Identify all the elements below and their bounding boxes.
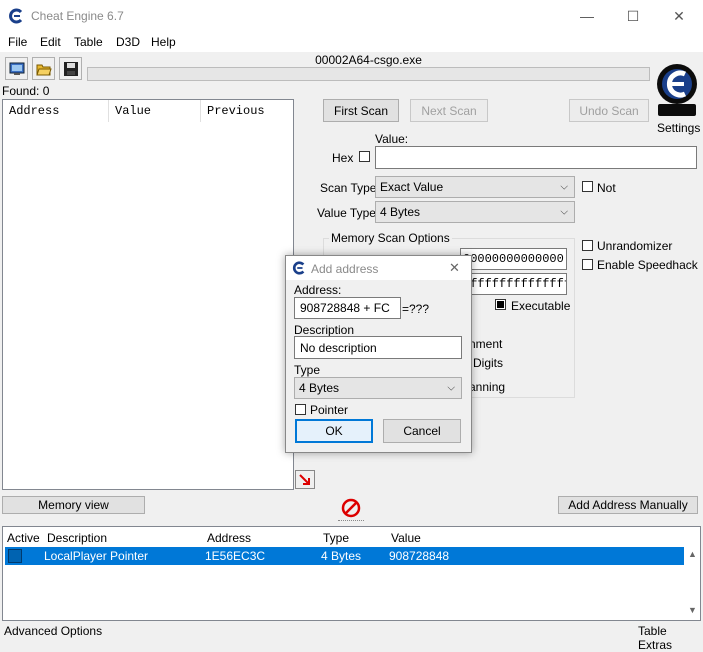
value-input[interactable] <box>375 146 697 169</box>
row-type: 4 Bytes <box>321 549 362 563</box>
active-checkbox[interactable] <box>8 549 22 563</box>
unrandomizer-label: Unrandomizer <box>597 239 673 253</box>
value-label: Value: <box>375 132 409 146</box>
chevron-down-icon: ⌵ <box>560 181 568 193</box>
open-process-button[interactable] <box>5 57 28 80</box>
scan-type-value: Exact Value <box>380 180 444 194</box>
chevron-down-icon: ⌵ <box>447 382 455 394</box>
dialog-close-icon[interactable]: ✕ <box>449 260 460 276</box>
value-type-label: Value Type <box>317 206 376 220</box>
type-label: Type <box>294 363 321 377</box>
scan-progress-bar <box>87 67 650 81</box>
row-address: 1E56EC3C <box>205 549 266 563</box>
save-table-button[interactable] <box>59 57 82 80</box>
scan-results-list[interactable]: Address Value Previous <box>2 99 294 490</box>
hex-checkbox[interactable] <box>359 151 370 162</box>
menu-edit[interactable]: Edit <box>40 35 61 49</box>
header-description[interactable]: Description <box>47 531 107 545</box>
executable-checkbox[interactable] <box>495 299 506 310</box>
add-address-manually-button[interactable]: Add Address Manually <box>558 496 698 514</box>
enable-speedhack-checkbox[interactable] <box>582 259 593 270</box>
computer-icon <box>9 62 24 75</box>
scan-type-select[interactable]: Exact Value ⌵ <box>375 176 575 198</box>
address-list[interactable]: Active Description Address Type Value Lo… <box>2 526 701 621</box>
minimize-button[interactable]: — <box>564 0 610 32</box>
stop-address-input[interactable]: ffffffffffffffff <box>460 273 567 295</box>
hex-label: Hex <box>332 151 354 165</box>
menu-table[interactable]: Table <box>74 35 103 49</box>
undo-scan-button[interactable]: Undo Scan <box>569 99 649 122</box>
memory-view-button[interactable]: Memory view <box>2 496 145 514</box>
menu-bar <box>0 32 703 52</box>
cheat-engine-logo[interactable] <box>654 54 700 120</box>
chevron-down-icon: ⌵ <box>560 206 568 218</box>
row-description: LocalPlayer Pointer <box>44 549 149 563</box>
cancel-button[interactable]: Cancel <box>383 419 461 443</box>
row-value: 908728848 <box>389 549 450 563</box>
stop-icon[interactable] <box>341 498 361 518</box>
first-scan-button[interactable]: First Scan <box>323 99 399 122</box>
unrandomizer-checkbox[interactable] <box>582 240 593 251</box>
enable-speedhack-label: Enable Speedhack <box>597 258 698 272</box>
cheat-engine-icon <box>292 261 306 275</box>
not-checkbox[interactable] <box>582 181 593 192</box>
window-title: Cheat Engine 6.7 <box>31 9 124 23</box>
address-list-scrollbar[interactable]: ▲ ▼ <box>685 547 700 620</box>
pointer-label: Pointer <box>310 403 349 417</box>
red-arrow-icon <box>299 473 310 485</box>
alignment-label-partial: nment <box>469 337 503 351</box>
pause-scanning-label-partial: anning <box>469 380 506 394</box>
maximize-button[interactable]: ☐ <box>610 0 656 32</box>
description-label: Description <box>294 323 355 337</box>
header-address[interactable]: Address <box>207 531 251 545</box>
add-address-dialog: Add address ✕ Address: 908728848 + FC =?… <box>285 255 472 453</box>
scroll-up-icon[interactable]: ▲ <box>688 549 697 559</box>
memory-scan-options-title: Memory Scan Options <box>329 231 452 245</box>
ok-button[interactable]: OK <box>295 419 373 443</box>
results-header-address[interactable]: Address <box>3 100 109 122</box>
open-table-button[interactable] <box>32 57 55 80</box>
type-select[interactable]: 4 Bytes ⌵ <box>294 377 462 399</box>
executable-label: Executable <box>511 299 571 313</box>
menu-d3d[interactable]: D3D <box>116 35 140 49</box>
results-header-value[interactable]: Value <box>109 100 201 122</box>
value-type-select[interactable]: 4 Bytes ⌵ <box>375 201 575 223</box>
table-row[interactable]: LocalPlayer Pointer 1E56EC3C 4 Bytes 908… <box>5 547 684 565</box>
address-label: Address: <box>294 283 342 297</box>
next-scan-button[interactable]: Next Scan <box>410 99 488 122</box>
floppy-disk-icon <box>63 61 78 76</box>
splitter-grip[interactable] <box>338 520 364 524</box>
indeterminate-mark-icon <box>497 301 504 308</box>
settings-link[interactable]: Settings <box>657 121 700 135</box>
address-input[interactable]: 908728848 + FC <box>294 297 401 319</box>
close-button[interactable]: ✕ <box>656 0 702 32</box>
menu-file[interactable]: File <box>8 35 27 49</box>
add-selected-button[interactable] <box>295 470 315 489</box>
description-input[interactable]: No description <box>294 336 462 359</box>
results-header-previous[interactable]: Previous <box>201 100 293 122</box>
type-select-value: 4 Bytes <box>299 381 340 395</box>
menu-help[interactable]: Help <box>151 35 176 49</box>
process-name: 00002A64-csgo.exe <box>315 53 422 67</box>
address-result: =??? <box>402 302 430 316</box>
start-address-input[interactable]: 00000000000000 <box>460 248 567 270</box>
found-count: Found: 0 <box>2 84 50 98</box>
advanced-options-link[interactable]: Advanced Options <box>4 624 102 638</box>
pointer-checkbox[interactable] <box>295 404 306 415</box>
scroll-down-icon[interactable]: ▼ <box>688 605 697 615</box>
header-value[interactable]: Value <box>391 531 421 545</box>
cheat-engine-icon <box>8 8 24 24</box>
header-active[interactable]: Active <box>7 531 40 545</box>
not-label: Not <box>597 181 616 195</box>
last-digits-label-partial: Digits <box>473 356 504 370</box>
value-type-value: 4 Bytes <box>380 205 421 219</box>
dialog-title: Add address <box>311 262 379 276</box>
table-extras-link[interactable]: Table Extras <box>638 624 703 652</box>
header-type[interactable]: Type <box>323 531 349 545</box>
folder-open-icon <box>35 64 52 75</box>
scan-type-label: Scan Type <box>320 181 377 195</box>
